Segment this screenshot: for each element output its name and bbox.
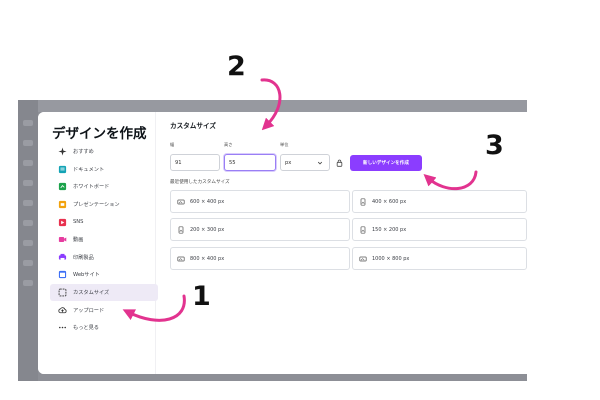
arrow-1 (122, 294, 186, 322)
arrow-3 (423, 170, 478, 191)
tutorial-canvas: デザインを作成 おすすめ ドキュメント ホワイトボード プレゼンテーション SNS 動画印… (0, 0, 600, 400)
annotation-arrows (122, 78, 478, 322)
arrow-2 (260, 78, 282, 131)
